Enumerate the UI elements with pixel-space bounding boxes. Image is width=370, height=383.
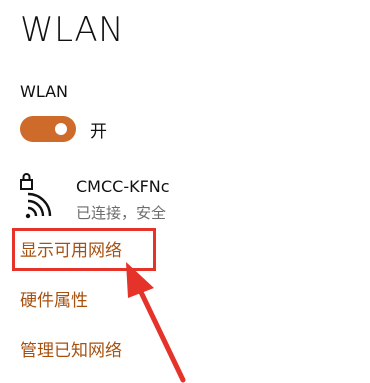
- manage-known-networks-link[interactable]: 管理已知网络: [20, 336, 122, 361]
- hardware-properties-link[interactable]: 硬件属性: [20, 286, 88, 311]
- wlan-toggle[interactable]: [20, 116, 76, 142]
- network-name: CMCC-KFNc: [76, 177, 170, 196]
- network-item[interactable]: CMCC-KFNc 已连接，安全: [18, 172, 218, 224]
- show-available-networks-link[interactable]: 显示可用网络: [20, 236, 122, 261]
- page-title: WLAN: [20, 10, 125, 50]
- toggle-knob: [55, 123, 67, 135]
- network-status: 已连接，安全: [76, 204, 167, 222]
- wlan-section-label: WLAN: [20, 82, 69, 101]
- wlan-toggle-state: 开: [90, 122, 107, 142]
- wifi-secured-icon: [20, 173, 52, 219]
